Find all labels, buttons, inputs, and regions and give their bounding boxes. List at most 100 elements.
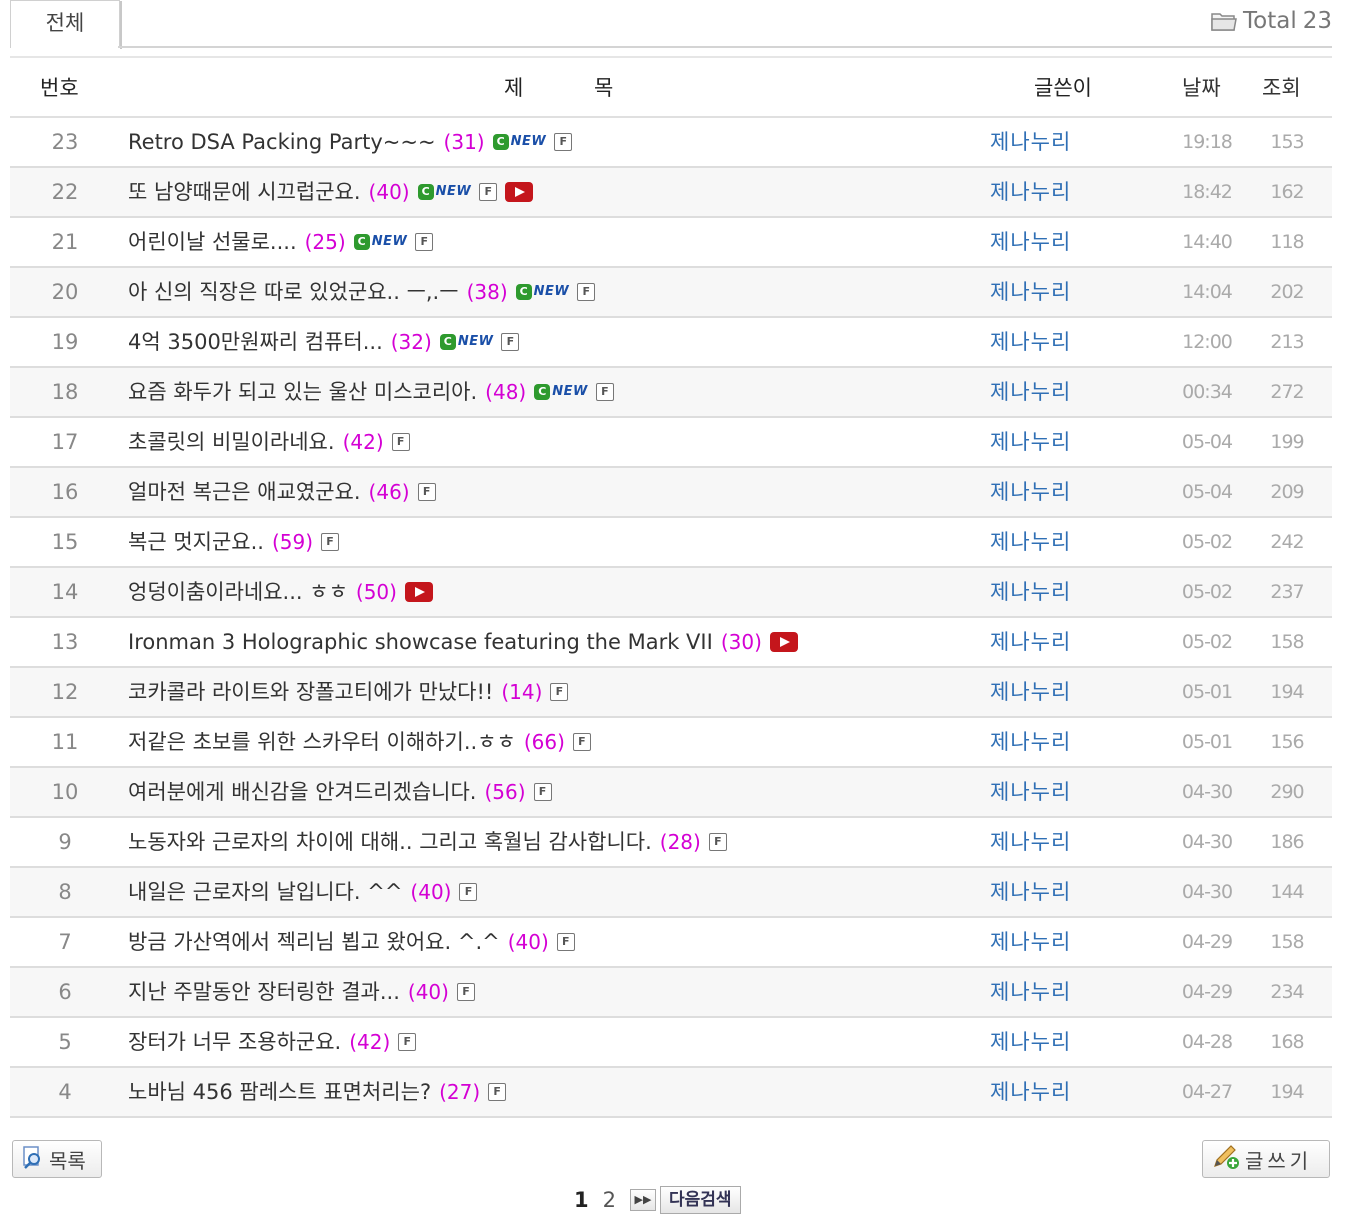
post-title-link[interactable]: 내일은 근로자의 날입니다. ^^ (128, 868, 402, 916)
file-attachment-icon: F (595, 383, 614, 401)
comment-count[interactable]: (40) (408, 968, 449, 1016)
post-title-link[interactable]: 아 신의 직장은 따로 있었군요.. ㅡ,.ㅡ (128, 268, 459, 316)
tab-all[interactable]: 전체 (10, 0, 122, 49)
total-number: 23 (1302, 8, 1332, 34)
comment-count[interactable]: (27) (439, 1068, 480, 1116)
post-date: 18:42 (1182, 181, 1233, 203)
post-title-cell: 초콜릿의 비밀이라네요. (42) F (128, 418, 410, 466)
comment-count[interactable]: (46) (369, 468, 410, 516)
post-author[interactable]: 제나누리 (990, 418, 1071, 466)
table-row: 19 4억 3500만원짜리 컴퓨터... (32) C NEW F 제나누리 12:00 21… (10, 318, 1332, 368)
post-number: 6 (58, 980, 72, 1004)
post-author[interactable]: 제나누리 (990, 718, 1071, 766)
post-author[interactable]: 제나누리 (990, 468, 1071, 516)
comment-count[interactable]: (31) (444, 118, 485, 166)
post-title-link[interactable]: 지난 주말동안 장터링한 결과... (128, 968, 400, 1016)
comment-count[interactable]: (66) (524, 718, 565, 766)
post-title-link[interactable]: 장터가 너무 조용하군요. (128, 1018, 341, 1066)
table-header: 번호 제 목 글쓴이 날짜 조회 (10, 56, 1332, 118)
post-author[interactable]: 제나누리 (990, 868, 1071, 916)
comment-leaf-icon: C (534, 384, 551, 400)
next-search-button[interactable]: 다음검색 (660, 1186, 741, 1214)
comment-count[interactable]: (42) (349, 1018, 390, 1066)
post-title-link[interactable]: 방금 가산역에서 젝리님 뵙고 왔어요. ^.^ (128, 918, 500, 966)
table-row: 11 저같은 초보를 위한 스카우터 이해하기..ㅎㅎ (66) F 제나누리 05-01… (10, 718, 1332, 768)
comment-count[interactable]: (56) (484, 768, 525, 816)
post-author[interactable]: 제나누리 (990, 318, 1071, 366)
post-author[interactable]: 제나누리 (990, 368, 1071, 416)
post-views: 290 (1270, 781, 1304, 803)
post-title-link[interactable]: Retro DSA Packing Party~~~ (128, 118, 436, 166)
header-title: 제 목 (504, 76, 646, 100)
comment-count[interactable]: (25) (305, 218, 346, 266)
comment-count[interactable]: (28) (660, 818, 701, 866)
post-title-link[interactable]: 저같은 초보를 위한 스카우터 이해하기..ㅎㅎ (128, 718, 516, 766)
post-title-link[interactable]: 코카콜라 라이트와 장폴고티에가 만났다!! (128, 668, 493, 716)
post-author[interactable]: 제나누리 (990, 968, 1071, 1016)
youtube-icon (404, 582, 433, 602)
total-count: Total 23 (1211, 6, 1332, 36)
post-author[interactable]: 제나누리 (990, 818, 1071, 866)
post-author[interactable]: 제나누리 (990, 218, 1071, 266)
post-views: 194 (1270, 1081, 1304, 1103)
new-badge-label: NEW (435, 184, 472, 199)
comment-count[interactable]: (32) (391, 318, 432, 366)
post-title-link[interactable]: 얼마전 복근은 애교였군요. (128, 468, 361, 516)
post-author[interactable]: 제나누리 (990, 618, 1071, 666)
tab-divider (118, 46, 1332, 48)
comment-count[interactable]: (40) (410, 868, 451, 916)
comment-count[interactable]: (59) (272, 518, 313, 566)
table-body: 23 Retro DSA Packing Party~~~ (31) C NEW F 제나누… (10, 118, 1332, 1118)
file-attachment-icon: F (572, 733, 591, 751)
post-author[interactable]: 제나누리 (990, 568, 1071, 616)
post-title-link[interactable]: 요즘 화두가 되고 있는 울산 미스코리아. (128, 368, 477, 416)
post-date: 05-01 (1181, 681, 1233, 703)
post-title-link[interactable]: Ironman 3 Holographic showcase featuring… (128, 618, 713, 666)
post-title-link[interactable]: 어린이날 선물로.... (128, 218, 297, 266)
comment-leaf-icon: C (515, 284, 532, 300)
next-arrow-icon[interactable]: ▶▶ (630, 1189, 656, 1211)
comment-count[interactable]: (50) (356, 568, 397, 616)
post-title-link[interactable]: 4억 3500만원짜리 컴퓨터... (128, 318, 383, 366)
post-title-link[interactable]: 복근 멋지군요.. (128, 518, 264, 566)
post-title-link[interactable]: 노동자와 근로자의 차이에 대해.. 그리고 혹월님 감사합니다. (128, 818, 652, 866)
comment-count[interactable]: (38) (467, 268, 508, 316)
post-title-cell: 저같은 초보를 위한 스카우터 이해하기..ㅎㅎ (66) F (128, 718, 591, 766)
table-row: 10 여러분에게 배신감을 안겨드리겠습니다. (56) F 제나누리 04-30 290 (10, 768, 1332, 818)
post-title-link[interactable]: 노바님 456 팜레스트 표면처리는? (128, 1068, 431, 1116)
comment-count[interactable]: (40) (508, 918, 549, 966)
post-title-link[interactable]: 엉덩이춤이라네요... ㅎㅎ (128, 568, 348, 616)
post-title-link[interactable]: 초콜릿의 비밀이라네요. (128, 418, 335, 466)
post-author[interactable]: 제나누리 (990, 518, 1071, 566)
post-title-cell: 어린이날 선물로.... (25) C NEW F (128, 218, 434, 266)
post-title-link[interactable]: 여러분에게 배신감을 안겨드리겠습니다. (128, 768, 476, 816)
post-number: 16 (51, 480, 79, 504)
post-author[interactable]: 제나누리 (990, 768, 1071, 816)
list-button[interactable]: 목록 (12, 1140, 102, 1178)
post-author[interactable]: 제나누리 (990, 918, 1071, 966)
post-views: 118 (1270, 231, 1304, 253)
post-title-link[interactable]: 또 남양때문에 시끄럽군요. (128, 168, 361, 216)
post-author[interactable]: 제나누리 (990, 118, 1071, 166)
file-attachment-icon: F (479, 183, 498, 201)
header-author: 글쓴이 (1034, 76, 1092, 100)
comment-count[interactable]: (40) (369, 168, 410, 216)
post-author[interactable]: 제나누리 (990, 268, 1071, 316)
table-row: 18 요즘 화두가 되고 있는 울산 미스코리아. (48) C NEW F 제나누리 00:… (10, 368, 1332, 418)
comment-count[interactable]: (30) (721, 618, 762, 666)
write-button[interactable]: 글쓰기 (1202, 1140, 1330, 1178)
post-author[interactable]: 제나누리 (990, 1018, 1071, 1066)
post-author[interactable]: 제나누리 (990, 168, 1071, 216)
post-author[interactable]: 제나누리 (990, 668, 1071, 716)
post-date: 12:00 (1182, 331, 1233, 353)
post-author[interactable]: 제나누리 (990, 1068, 1071, 1116)
post-title-cell: 내일은 근로자의 날입니다. ^^ (40) F (128, 868, 478, 916)
comment-count[interactable]: (42) (343, 418, 384, 466)
table-row: 14 엉덩이춤이라네요... ㅎㅎ (50) 제나누리 05-02 237 (10, 568, 1332, 618)
table-row: 17 초콜릿의 비밀이라네요. (42) F 제나누리 05-04 199 (10, 418, 1332, 468)
comment-count[interactable]: (14) (501, 668, 542, 716)
comment-count[interactable]: (48) (485, 368, 526, 416)
file-attachment-icon: F (459, 883, 478, 901)
post-number: 11 (51, 730, 79, 754)
page-link-2[interactable]: 2 (603, 1188, 616, 1212)
